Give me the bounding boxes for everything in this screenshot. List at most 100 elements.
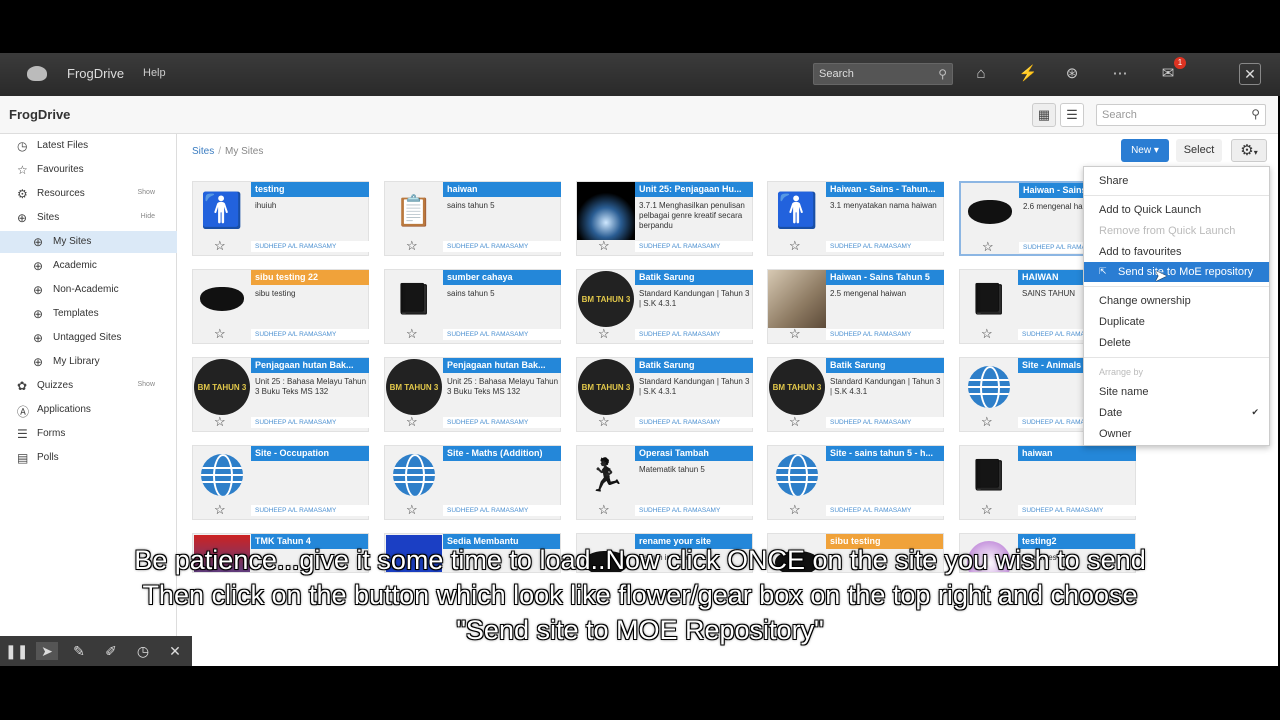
site-tile[interactable]: Site - sains tahun 5 - h... SUDHEEP A/L R… [767, 445, 944, 520]
sidebar-item-sites[interactable]: ⊕ Sites Hide [0, 207, 177, 229]
site-tile[interactable]: sibu testing 22 sibu testing SUDHEEP A/L R… [192, 269, 369, 344]
cat-thumbnail [768, 270, 826, 328]
site-tile[interactable]: 📋 haiwan sains tahun 5 SUDHEEP A/L RAMASAMY… [384, 181, 561, 256]
sidebar-item-untagged-sites[interactable]: ⊕ Untagged Sites [0, 327, 177, 349]
quizzes-show-toggle[interactable]: Show [137, 381, 155, 388]
highlighter-icon[interactable]: ✐ [100, 642, 122, 660]
favourite-star-icon[interactable]: ☆ [981, 502, 993, 518]
site-tile[interactable]: BM TAHUN 3 Penjagaan hutan Bak... Unit 25 … [192, 357, 369, 432]
apps-icon[interactable]: ⋯ [1110, 64, 1130, 84]
lightning-icon[interactable]: ⚡ [1018, 64, 1038, 84]
sidebar-item-my-sites[interactable]: ⊕ My Sites [0, 231, 177, 253]
sidebar-item-favourites[interactable]: ☆ Favourites [0, 159, 177, 181]
files-search-input[interactable]: Search ⚲ [1096, 104, 1266, 126]
site-tile[interactable]: Site - Maths (Addition) SUDHEEP A/L RAMAS… [384, 445, 561, 520]
menu-send-moe-label: Send site to MoE repository [1118, 266, 1254, 278]
home-icon[interactable]: ⌂ [971, 64, 991, 84]
favourite-star-icon[interactable]: ☆ [789, 326, 801, 342]
sidebar-item-templates[interactable]: ⊕ Templates [0, 303, 177, 325]
favourite-star-icon[interactable]: ☆ [598, 414, 610, 430]
sidebar-item-label: My Library [53, 356, 100, 367]
sidebar-item-applications[interactable]: Ⓐ Applications [0, 399, 177, 421]
favourite-star-icon[interactable]: ☆ [214, 502, 226, 518]
sidebar-item-latest-files[interactable]: ◷ Latest Files [0, 135, 177, 157]
favourite-star-icon[interactable]: ☆ [789, 414, 801, 430]
site-tile[interactable]: BM TAHUN 3 Batik Sarung Standard Kandungan… [767, 357, 944, 432]
menu-sort-owner[interactable]: Owner [1084, 424, 1269, 444]
breadcrumb-sites[interactable]: Sites [192, 146, 214, 157]
site-tile[interactable]: BM TAHUN 3 Batik Sarung Standard Kandungan… [576, 357, 753, 432]
favourite-star-icon[interactable]: ☆ [789, 502, 801, 518]
site-tile-owner: SUDHEEP A/L RAMASAMY [443, 505, 561, 516]
menu-change-ownership[interactable]: Change ownership [1084, 291, 1269, 311]
menu-duplicate[interactable]: Duplicate [1084, 312, 1269, 332]
sidebar-item-academic[interactable]: ⊕ Academic [0, 255, 177, 277]
pause-icon[interactable]: ❚❚ [5, 642, 28, 660]
lifebuoy-icon[interactable]: ⊛ [1062, 64, 1082, 84]
site-tile[interactable]: 📕 haiwan SUDHEEP A/L RAMASAMY ☆ [959, 445, 1136, 520]
grid-view-icon[interactable]: ▦ [1032, 103, 1056, 127]
gear-menu-button[interactable]: ⚙▾ [1231, 139, 1267, 162]
site-tile[interactable]: BM TAHUN 3 Penjagaan hutan Bak... Unit 25 … [384, 357, 561, 432]
site-tile-title: Penjagaan hutan Bak... [251, 358, 369, 373]
list-view-icon[interactable]: ☰ [1060, 103, 1084, 127]
favourite-star-icon[interactable]: ☆ [214, 326, 226, 342]
favourite-star-icon[interactable]: ☆ [406, 326, 418, 342]
sidebar-item-polls[interactable]: ▤ Polls [0, 447, 177, 469]
resources-show-toggle[interactable]: Show [137, 189, 155, 196]
favourite-star-icon[interactable]: ☆ [789, 238, 801, 254]
timer-icon[interactable]: ◷ [132, 642, 154, 660]
sidebar-item-non-academic[interactable]: ⊕ Non-Academic [0, 279, 177, 301]
site-tile[interactable]: Unit 25: Penjagaan Hu... 3.7.1 Menghasilk… [576, 181, 753, 256]
globe-icon [960, 358, 1018, 416]
pointer-icon[interactable]: ➤ [36, 642, 58, 660]
pen-icon[interactable]: ✎ [68, 642, 90, 660]
site-tile[interactable]: Haiwan - Sains Tahun 5 2.5 mengenal haiwa… [767, 269, 944, 344]
favourite-star-icon[interactable]: ☆ [598, 238, 610, 254]
select-button[interactable]: Select [1176, 139, 1222, 162]
menu-add-quick-launch[interactable]: Add to Quick Launch [1084, 200, 1269, 220]
sidebar-item-forms[interactable]: ☰ Forms [0, 423, 177, 445]
site-tile[interactable]: Site - Occupation SUDHEEP A/L RAMASAMY ☆ [192, 445, 369, 520]
favourite-star-icon[interactable]: ☆ [406, 238, 418, 254]
help-link[interactable]: Help [143, 67, 166, 79]
bm-badge-icon: BM TAHUN 3 [577, 358, 635, 416]
site-tile[interactable]: BM TAHUN 3 Batik Sarung Standard Kandungan… [576, 269, 753, 344]
sites-hide-toggle[interactable]: Hide [141, 213, 155, 220]
menu-sort-site-name[interactable]: Site name [1084, 382, 1269, 402]
gear-context-menu: Share Add to Quick Launch Remove from Qu… [1083, 166, 1270, 446]
favourite-star-icon[interactable]: ☆ [981, 414, 993, 430]
menu-share[interactable]: Share [1084, 171, 1269, 191]
site-tile[interactable]: 🏃 Operasi Tambah Matematik tahun 5 SUDHEEP … [576, 445, 753, 520]
menu-sort-date[interactable]: Date ✔ [1084, 403, 1269, 423]
site-tile[interactable]: 📕 sumber cahaya sains tahun 5 SUDHEEP A/L R… [384, 269, 561, 344]
favourite-star-icon[interactable]: ☆ [598, 502, 610, 518]
app-title[interactable]: FrogDrive [67, 66, 124, 81]
frog-icon [961, 183, 1019, 241]
bm-badge-icon: BM TAHUN 3 [193, 358, 251, 416]
frog-logo-icon[interactable] [27, 66, 47, 81]
global-search-input[interactable]: Search ⚲ [813, 63, 953, 85]
favourite-star-icon[interactable]: ☆ [214, 414, 226, 430]
favourite-star-icon[interactable]: ☆ [406, 502, 418, 518]
favourite-star-icon[interactable]: ☆ [982, 239, 994, 255]
menu-add-favourites[interactable]: Add to favourites [1084, 242, 1269, 262]
site-tile-owner: SUDHEEP A/L RAMASAMY [251, 417, 369, 428]
sidebar-item-my-library[interactable]: ⊕ My Library [0, 351, 177, 373]
close-icon[interactable]: ✕ [1239, 63, 1261, 85]
site-tile-owner: SUDHEEP A/L RAMASAMY [635, 241, 753, 252]
favourite-star-icon[interactable]: ☆ [406, 414, 418, 430]
site-tile[interactable]: 🚹 testing ihuiuh SUDHEEP A/L RAMASAMY ☆ [192, 181, 369, 256]
menu-delete[interactable]: Delete [1084, 333, 1269, 353]
close-icon[interactable]: ✕ [164, 642, 186, 660]
new-button[interactable]: New ▾ [1121, 139, 1169, 162]
menu-send-moe-repository[interactable]: ⇱ Send site to MoE repository [1084, 262, 1269, 282]
favourite-star-icon[interactable]: ☆ [981, 326, 993, 342]
menu-remove-quick-launch: Remove from Quick Launch [1099, 225, 1236, 237]
site-tile[interactable]: 🚹 Haiwan - Sains - Tahun... 3.1 menyatakan… [767, 181, 944, 256]
favourite-star-icon[interactable]: ☆ [598, 326, 610, 342]
sidebar-item-quizzes[interactable]: ✿ Quizzes Show [0, 375, 177, 397]
sidebar-item-resources[interactable]: ⚙ Resources Show [0, 183, 177, 205]
favourite-star-icon[interactable]: ☆ [214, 238, 226, 254]
globe-icon: ⊕ [33, 259, 44, 273]
